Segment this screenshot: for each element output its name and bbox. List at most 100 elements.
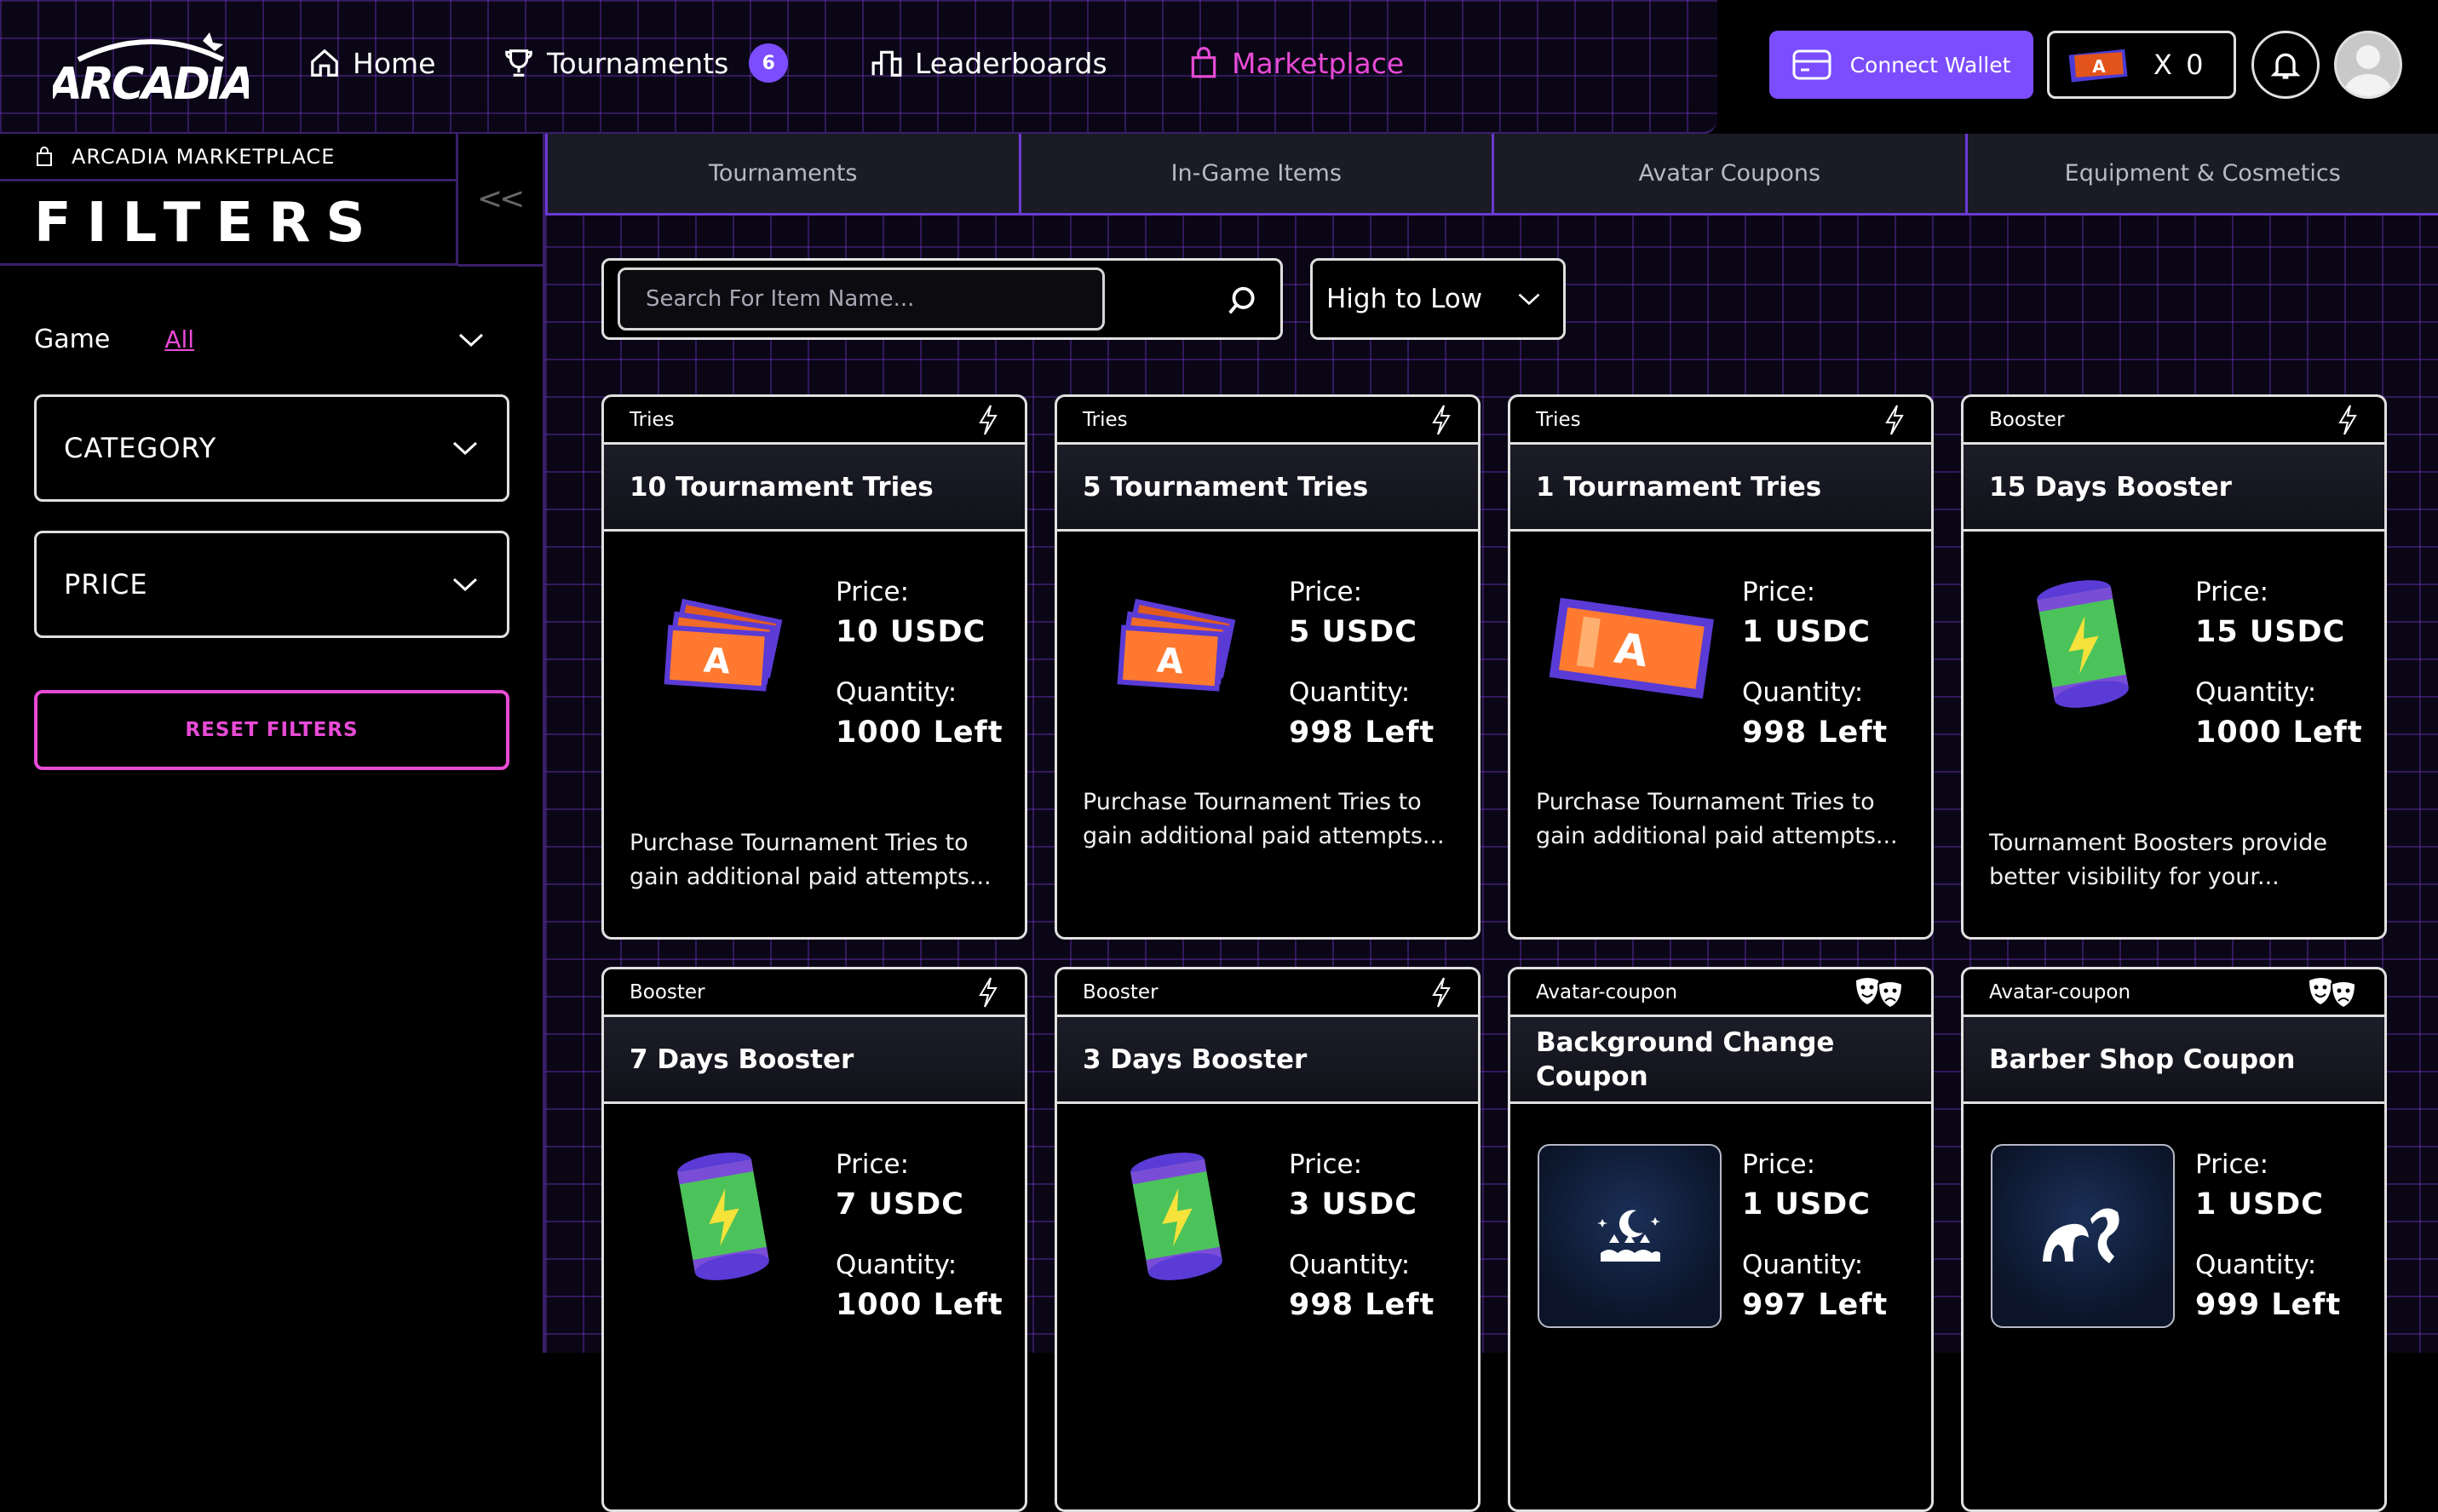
nav-home[interactable]: Home xyxy=(308,43,435,83)
filters-sidebar: ARCADIA MARKETPLACE FILTERS << Game All … xyxy=(0,134,545,1353)
card-title: 7 Days Booster xyxy=(604,1017,1025,1104)
divider xyxy=(458,264,545,267)
item-card[interactable]: Booster 3 Days Booster Price: 3 USDC Qua… xyxy=(1055,967,1481,1512)
price-value: 10 USDC xyxy=(836,612,1015,653)
card-description: Purchase Tournament Tries to gain additi… xyxy=(630,826,1013,894)
lightning-icon xyxy=(1430,404,1452,436)
booster-battery-image xyxy=(1108,1148,1245,1285)
game-filter-value[interactable]: All xyxy=(164,325,194,354)
tab-tournaments[interactable]: Tournaments xyxy=(545,134,1021,216)
card-title: Background Change Coupon xyxy=(1510,1017,1931,1104)
card-type: Avatar-coupon xyxy=(1989,981,2130,1003)
tournament-ticket-image: A xyxy=(1543,576,1722,712)
item-card[interactable]: Tries 1 Tournament Tries A Price: 1 USDC… xyxy=(1508,394,1934,940)
category-dropdown[interactable]: CATEGORY xyxy=(34,394,509,502)
user-icon xyxy=(2337,33,2400,96)
item-card[interactable]: Tries 5 Tournament Tries A Price: 5 USDC… xyxy=(1055,394,1481,940)
item-card[interactable]: Booster 7 Days Booster Price: 7 USDC Qua… xyxy=(601,967,1027,1512)
svg-text:A: A xyxy=(702,641,731,682)
item-card[interactable]: Tries 10 Tournament Tries A Price: 10 US… xyxy=(601,394,1027,940)
nav-home-label: Home xyxy=(353,47,435,80)
marketplace-label-row: ARCADIA MARKETPLACE xyxy=(0,134,456,181)
card-type-bar: Avatar-coupon xyxy=(1510,969,1931,1017)
card-info: Price: 7 USDC Quantity: 1000 Left xyxy=(836,1145,1015,1346)
tab-avatar-coupons[interactable]: Avatar Coupons xyxy=(1492,134,1968,216)
card-type-bar: Tries xyxy=(604,397,1025,445)
reset-filters-button[interactable]: RESET FILTERS xyxy=(34,690,509,770)
card-info: Price: 5 USDC Quantity: 998 Left xyxy=(1289,572,1468,773)
search-icon[interactable] xyxy=(1226,285,1258,317)
quantity-label: Quantity: xyxy=(2195,673,2374,712)
arcadia-logo[interactable]: ARCADIA xyxy=(53,29,249,106)
card-type: Booster xyxy=(1989,409,2065,431)
booster-battery-image xyxy=(2015,576,2151,712)
tickets-balance[interactable]: A X 0 xyxy=(2047,31,2236,99)
tab-equipment-cosmetics[interactable]: Equipment & Cosmetics xyxy=(1965,134,2438,216)
tournament-tickets-image: A xyxy=(1108,576,1245,712)
ticket-icon: A xyxy=(2065,45,2135,84)
user-avatar[interactable] xyxy=(2334,31,2402,99)
chevron-down-icon xyxy=(451,576,480,593)
price-value: 3 USDC xyxy=(1289,1184,1468,1225)
lightning-icon xyxy=(2337,404,2359,436)
chevron-down-icon xyxy=(451,440,480,457)
card-type-bar: Tries xyxy=(1510,397,1931,445)
nav-tournaments[interactable]: Tournaments 6 xyxy=(503,43,788,83)
chevron-down-icon[interactable] xyxy=(457,331,486,348)
lightning-icon xyxy=(1883,404,1906,436)
card-description: Purchase Tournament Tries to gain additi… xyxy=(1083,785,1466,854)
game-filter[interactable]: Game All xyxy=(34,325,486,354)
card-description: Purchase Tournament Tries to gain additi… xyxy=(1536,785,1919,854)
card-title: 10 Tournament Tries xyxy=(604,445,1025,532)
chevron-down-icon xyxy=(1516,290,1542,308)
tournaments-count-badge: 6 xyxy=(749,43,788,83)
theater-masks-icon xyxy=(1853,975,1906,1009)
wallet-icon xyxy=(1792,49,1831,80)
tickets-count: X 0 xyxy=(2153,49,2205,81)
collapse-sidebar-button[interactable]: << xyxy=(477,181,521,216)
item-card[interactable]: Booster 15 Days Booster Price: 15 USDC Q… xyxy=(1961,394,2387,940)
card-type: Booster xyxy=(1083,981,1159,1003)
quantity-label: Quantity: xyxy=(2195,1245,2374,1285)
notifications-button[interactable] xyxy=(2251,31,2320,99)
search-input[interactable] xyxy=(618,267,1105,331)
quantity-value: 1000 Left xyxy=(836,1285,1015,1325)
booster-battery-image xyxy=(655,1148,791,1285)
price-value: 5 USDC xyxy=(1289,612,1468,653)
item-card[interactable]: Avatar-coupon Barber Shop Coupon Price: … xyxy=(1961,967,2387,1512)
home-icon xyxy=(308,47,341,79)
game-filter-label: Game xyxy=(34,325,110,354)
price-dropdown[interactable]: PRICE xyxy=(34,531,509,638)
price-label: Price: xyxy=(1289,572,1468,612)
card-type: Tries xyxy=(1536,409,1581,431)
card-info: Price: 15 USDC Quantity: 1000 Left xyxy=(2195,572,2374,773)
card-type-bar: Tries xyxy=(1057,397,1478,445)
nav-marketplace[interactable]: Marketplace xyxy=(1187,43,1404,83)
item-card[interactable]: Avatar-coupon Background Change Coupon P… xyxy=(1508,967,1934,1512)
quantity-label: Quantity: xyxy=(1289,1245,1468,1285)
price-value: 15 USDC xyxy=(2195,612,2374,653)
card-type: Avatar-coupon xyxy=(1536,981,1677,1003)
connect-wallet-label: Connect Wallet xyxy=(1850,53,2011,78)
filters-title: FILTERS xyxy=(34,192,380,255)
card-info: Price: 10 USDC Quantity: 1000 Left xyxy=(836,572,1015,773)
card-type-bar: Booster xyxy=(1964,397,2384,445)
nav-marketplace-label: Marketplace xyxy=(1232,47,1404,80)
sort-dropdown[interactable]: High to Low xyxy=(1310,258,1566,340)
nav-tournaments-label: Tournaments xyxy=(547,47,728,80)
card-info: Price: 1 USDC Quantity: 999 Left xyxy=(2195,1145,2374,1346)
background-change-image xyxy=(1538,1144,1722,1328)
category-dropdown-label: CATEGORY xyxy=(64,432,216,464)
lightning-icon xyxy=(977,404,999,436)
nav-leaderboards[interactable]: Leaderboards xyxy=(871,43,1107,83)
leaderboard-icon xyxy=(871,47,903,79)
tab-in-game-items[interactable]: In-Game Items xyxy=(1019,134,1495,216)
card-type: Booster xyxy=(630,981,705,1003)
card-type: Tries xyxy=(630,409,675,431)
card-title: Barber Shop Coupon xyxy=(1964,1017,2384,1104)
quantity-value: 1000 Left xyxy=(836,712,1015,753)
card-info: Price: 1 USDC Quantity: 997 Left xyxy=(1742,1145,1921,1346)
quantity-label: Quantity: xyxy=(836,673,1015,712)
connect-wallet-button[interactable]: Connect Wallet xyxy=(1769,31,2033,99)
filters-header: ARCADIA MARKETPLACE FILTERS xyxy=(0,134,458,266)
